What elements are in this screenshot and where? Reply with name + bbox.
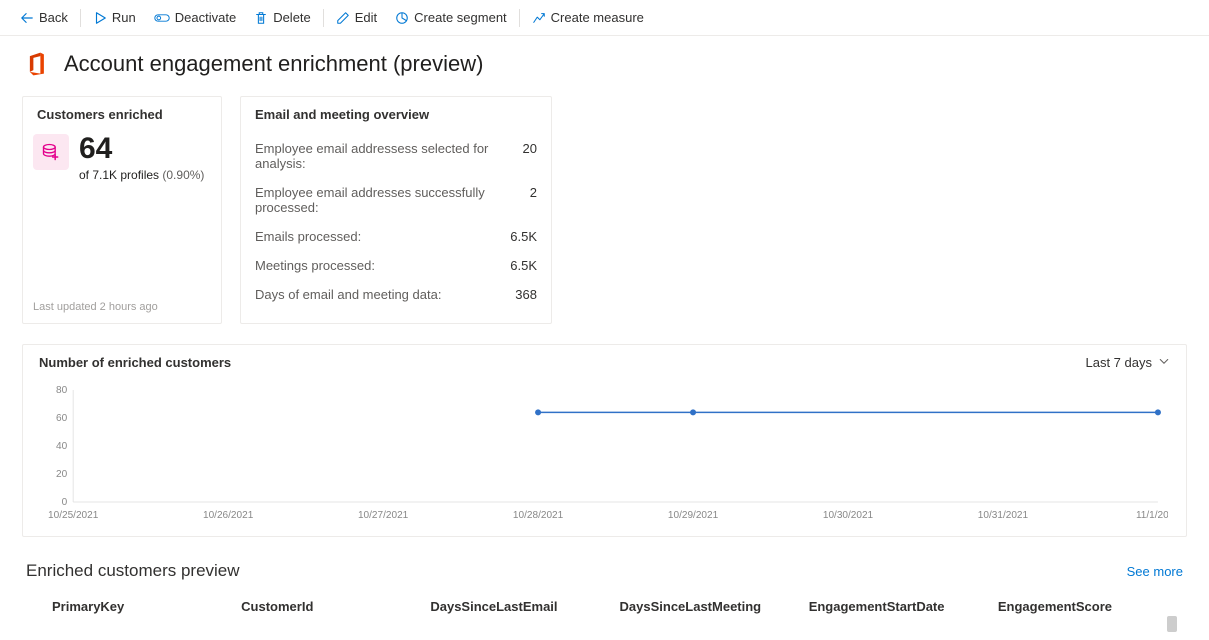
toggle-icon <box>154 11 170 25</box>
overview-row: Employee email addressess selected for a… <box>255 134 537 178</box>
overview-row: Employee email addresses successfully pr… <box>255 178 537 222</box>
delete-label: Delete <box>273 10 311 25</box>
customers-enriched-card: Customers enriched 64 of 7.1K profiles (… <box>22 96 222 324</box>
toolbar-separator <box>80 9 81 27</box>
pencil-icon <box>336 11 350 25</box>
segment-icon <box>395 11 409 25</box>
svg-text:10/26/2021: 10/26/2021 <box>203 510 254 521</box>
overview-row: Days of email and meeting data: 368 <box>255 280 537 309</box>
run-label: Run <box>112 10 136 25</box>
measure-icon <box>532 11 546 25</box>
overview-row-value: 20 <box>523 141 537 171</box>
svg-text:10/29/2021: 10/29/2021 <box>668 510 719 521</box>
preview-title: Enriched customers preview <box>26 561 240 581</box>
overview-row-label: Employee email addresses successfully pr… <box>255 185 530 215</box>
create-measure-label: Create measure <box>551 10 644 25</box>
svg-text:40: 40 <box>56 441 68 452</box>
overview-row: Meetings processed: 6.5K <box>255 251 537 280</box>
office-logo-icon <box>22 50 50 78</box>
svg-text:10/27/2021: 10/27/2021 <box>358 510 409 521</box>
page-header: Account engagement enrichment (preview) <box>22 50 1187 78</box>
overview-row-label: Emails processed: <box>255 229 361 244</box>
run-button[interactable]: Run <box>85 6 144 29</box>
enrichment-icon <box>33 134 69 170</box>
chart-card: Number of enriched customers Last 7 days… <box>22 344 1187 537</box>
command-bar: Back Run Deactivate Delete Edit Create s… <box>0 0 1209 36</box>
table-column-header[interactable]: DaysSinceLastEmail <box>430 599 619 614</box>
table-column-header[interactable]: DaysSinceLastMeeting <box>620 599 809 614</box>
svg-text:10/30/2021: 10/30/2021 <box>823 510 874 521</box>
date-range-label: Last 7 days <box>1086 355 1153 370</box>
overview-header: Email and meeting overview <box>241 97 551 130</box>
overview-row-value: 6.5K <box>510 258 537 273</box>
table-column-header[interactable]: EngagementScore <box>998 599 1187 614</box>
back-button[interactable]: Back <box>12 6 76 29</box>
customers-enriched-header: Customers enriched <box>23 97 221 130</box>
table-column-header[interactable]: EngagementStartDate <box>809 599 998 614</box>
table-column-header[interactable]: CustomerId <box>241 599 430 614</box>
svg-text:10/25/2021: 10/25/2021 <box>48 510 99 521</box>
date-range-dropdown[interactable]: Last 7 days <box>1086 355 1171 370</box>
see-more-link[interactable]: See more <box>1127 564 1183 579</box>
create-segment-label: Create segment <box>414 10 507 25</box>
page-title: Account engagement enrichment (preview) <box>64 51 483 77</box>
scrollbar-thumb[interactable] <box>1167 616 1177 632</box>
svg-text:11/1/2021: 11/1/2021 <box>1136 510 1168 521</box>
svg-text:20: 20 <box>56 469 68 480</box>
table-header-row: PrimaryKeyCustomerIdDaysSinceLastEmailDa… <box>22 593 1187 620</box>
overview-card: Email and meeting overview Employee emai… <box>240 96 552 324</box>
enriched-count: 64 <box>79 134 204 164</box>
svg-text:0: 0 <box>62 497 68 508</box>
svg-text:10/31/2021: 10/31/2021 <box>978 510 1029 521</box>
trash-icon <box>254 11 268 25</box>
preview-section: Enriched customers preview See more Prim… <box>22 561 1187 620</box>
create-segment-button[interactable]: Create segment <box>387 6 515 29</box>
enriched-subtitle-prefix: of 7.1K profiles <box>79 168 162 182</box>
toolbar-separator <box>519 9 520 27</box>
enriched-subtitle-pct: (0.90%) <box>162 168 204 182</box>
chevron-down-icon <box>1158 355 1170 370</box>
arrow-left-icon <box>20 11 34 25</box>
edit-button[interactable]: Edit <box>328 6 385 29</box>
overview-row-label: Days of email and meeting data: <box>255 287 441 302</box>
overview-row-label: Meetings processed: <box>255 258 375 273</box>
chart-title: Number of enriched customers <box>39 355 231 370</box>
deactivate-button[interactable]: Deactivate <box>146 6 244 29</box>
play-icon <box>93 11 107 25</box>
overview-row: Emails processed: 6.5K <box>255 222 537 251</box>
svg-text:80: 80 <box>56 385 68 396</box>
line-chart: 0 20 40 60 80 10/25/2021 10/26/2021 10/27/2021 1… <box>41 384 1168 524</box>
delete-button[interactable]: Delete <box>246 6 319 29</box>
back-label: Back <box>39 10 68 25</box>
overview-row-value: 6.5K <box>510 229 537 244</box>
create-measure-button[interactable]: Create measure <box>524 6 652 29</box>
svg-text:60: 60 <box>56 413 68 424</box>
table-column-header[interactable]: PrimaryKey <box>52 599 241 614</box>
overview-row-value: 2 <box>530 185 537 215</box>
svg-text:10/28/2021: 10/28/2021 <box>513 510 564 521</box>
edit-label: Edit <box>355 10 377 25</box>
last-updated-text: Last updated 2 hours ago <box>23 293 221 323</box>
enriched-subtitle: of 7.1K profiles (0.90%) <box>79 168 204 182</box>
toolbar-separator <box>323 9 324 27</box>
overview-row-label: Employee email addressess selected for a… <box>255 141 523 171</box>
deactivate-label: Deactivate <box>175 10 236 25</box>
overview-row-value: 368 <box>515 287 537 302</box>
